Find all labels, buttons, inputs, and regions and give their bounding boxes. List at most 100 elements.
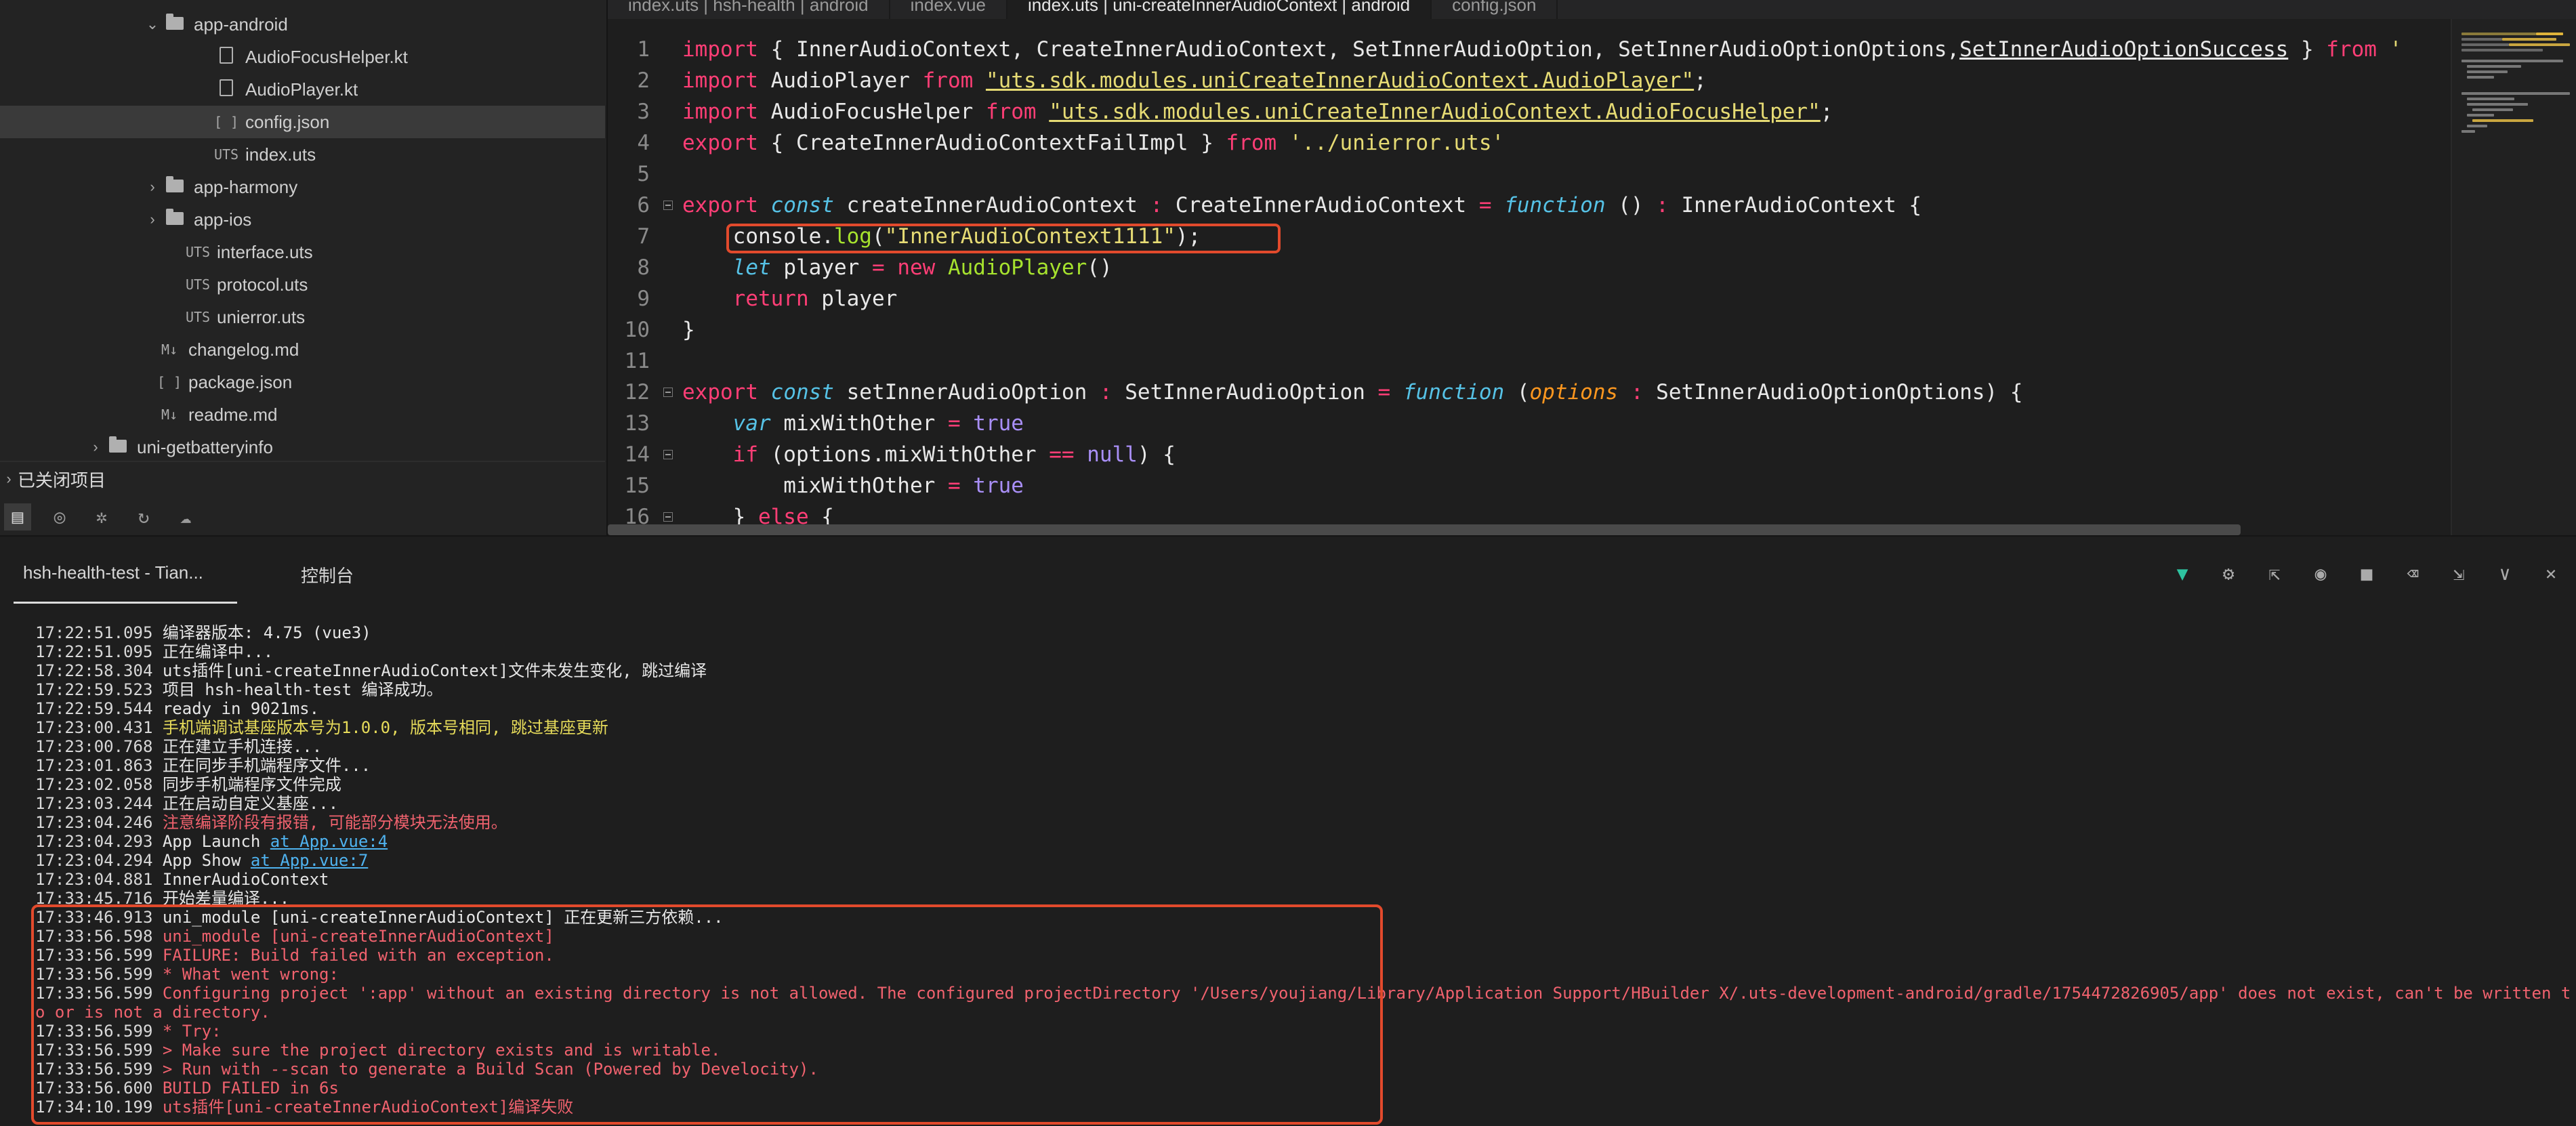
file-icon xyxy=(213,79,240,100)
source-link[interactable]: at App.vue:4 xyxy=(270,832,388,851)
log-message: App Show xyxy=(162,851,251,870)
console-tab-bar: hsh-health-test - Tian... 控制台 ▼ ⚙ ⇱ ◉ ■ … xyxy=(0,537,2576,604)
log-line: 17:23:03.244 正在启动自定义基座... xyxy=(35,794,2569,813)
line-number: 8 xyxy=(637,255,650,280)
log-line: 17:22:59.544 ready in 9021ms. xyxy=(35,699,2569,718)
tree-item[interactable]: [ ] config.json xyxy=(0,106,605,138)
tree-item[interactable]: UTS unierror.uts xyxy=(0,301,605,333)
tree-item[interactable]: AudioFocusHelper.kt xyxy=(0,41,605,73)
tree-item[interactable]: UTS index.uts xyxy=(0,138,605,171)
log-timestamp: 17:23:04.881 xyxy=(35,870,163,889)
collapse-icon[interactable]: ∨ xyxy=(2493,562,2516,585)
binoculars-icon[interactable]: ◎ xyxy=(46,503,73,530)
log-line: 17:22:51.095 正在编译中... xyxy=(35,642,2569,661)
line-number: 12 xyxy=(624,380,650,404)
fold-toggle-icon[interactable] xyxy=(661,190,676,221)
log-message: 注意编译阶段有报错, 可能部分模块无法使用。 xyxy=(162,813,507,832)
record-icon[interactable]: ◉ xyxy=(2309,562,2332,585)
code-content[interactable]: import { InnerAudioContext, CreateInnerA… xyxy=(682,34,2444,533)
log-line: 17:22:59.523 项目 hsh-health-test 编译成功。 xyxy=(35,680,2569,699)
active-tab-indicator xyxy=(14,602,237,604)
chevron-down-icon[interactable]: ⌄ xyxy=(144,16,161,33)
log-timestamp: 17:22:59.523 xyxy=(35,680,163,699)
md-file-icon: M↓ xyxy=(161,406,178,423)
tree-item[interactable]: › uni-getbatteryinfo xyxy=(0,431,605,463)
tree-item[interactable]: AudioPlayer.kt xyxy=(0,73,605,106)
console-toolbar: ▼ ⚙ ⇱ ◉ ■ ⌫ ⇲ ∨ × xyxy=(2171,562,2562,585)
tree-item[interactable]: [ ] package.json xyxy=(0,366,605,398)
editor-tab[interactable]: index.vue xyxy=(890,0,1007,19)
fold-toggle-icon[interactable] xyxy=(661,439,676,470)
run-icon[interactable]: ▼ xyxy=(2171,562,2194,585)
debug-icon[interactable]: ⚙ xyxy=(2217,562,2240,585)
editor-tab[interactable]: config.json xyxy=(1432,0,1558,19)
log-timestamp: 17:23:04.246 xyxy=(35,813,163,832)
uts-file-icon: UTS xyxy=(185,244,211,260)
open-icon[interactable]: ⇲ xyxy=(2447,562,2470,585)
code-line: mixWithOther = true xyxy=(682,474,1024,498)
log-line: 17:22:58.304 uts插件[uni-createInnerAudioC… xyxy=(35,661,2569,680)
tree-item-label: AudioFocusHelper.kt xyxy=(245,46,408,67)
chevron-right-icon[interactable]: › xyxy=(87,438,104,456)
project-explorer-icon[interactable]: ▤ xyxy=(4,503,31,530)
log-message: 正在同步手机端程序文件... xyxy=(162,756,371,775)
tree-item-label: index.uts xyxy=(245,144,316,165)
log-timestamp: 17:23:00.431 xyxy=(35,718,163,737)
export-icon[interactable]: ⇱ xyxy=(2263,562,2286,585)
line-number: 14 xyxy=(624,442,650,467)
fold-toggle-icon[interactable] xyxy=(661,377,676,408)
line-number: 7 xyxy=(637,224,650,249)
code-line: import AudioPlayer from "uts.sdk.modules… xyxy=(682,68,1707,93)
tree-item[interactable]: UTS interface.uts xyxy=(0,236,605,268)
log-message: 正在编译中... xyxy=(162,642,274,661)
log-message: InnerAudioContext xyxy=(162,870,329,889)
tree-item[interactable]: ⌄ app-android xyxy=(0,8,605,41)
line-number: 2 xyxy=(637,68,650,93)
log-timestamp: 17:22:58.304 xyxy=(35,661,163,680)
code-line: export const setInnerAudioOption : SetIn… xyxy=(682,380,2023,404)
json-file-icon: [ ] xyxy=(157,374,182,390)
console-panel: hsh-health-test - Tian... 控制台 ▼ ⚙ ⇱ ◉ ■ … xyxy=(0,535,2576,1126)
horizontal-scrollbar[interactable] xyxy=(608,524,2241,535)
tree-item[interactable]: M↓ readme.md xyxy=(0,398,605,431)
editor-tab[interactable]: index.uts | hsh-health | android xyxy=(608,0,890,19)
tree-item[interactable]: › app-harmony xyxy=(0,171,605,203)
tree-item[interactable]: › app-ios xyxy=(0,203,605,236)
md-file-icon: M↓ xyxy=(161,341,178,358)
tree-item[interactable]: UTS protocol.uts xyxy=(0,268,605,301)
chevron-right-icon: › xyxy=(6,470,12,487)
close-icon[interactable]: × xyxy=(2539,562,2562,585)
bug-icon[interactable]: ✲ xyxy=(88,503,115,530)
chevron-right-icon[interactable]: › xyxy=(144,211,161,228)
editor-tab[interactable]: index.uts | uni-createInnerAudioContext … xyxy=(1007,0,1432,19)
folder-icon xyxy=(161,14,188,33)
log-message: 项目 hsh-health-test 编译成功。 xyxy=(162,680,443,699)
json-file-icon: [ ] xyxy=(213,114,239,130)
log-line: 17:23:02.058 同步手机端程序文件完成 xyxy=(35,775,2569,794)
tree-item-label: package.json xyxy=(188,371,293,392)
tree-item[interactable]: M↓ changelog.md xyxy=(0,333,605,366)
source-link[interactable]: at App.vue:7 xyxy=(251,851,368,870)
tab-project-console[interactable]: hsh-health-test - Tian... xyxy=(23,562,203,583)
log-line: 17:23:04.246 注意编译阶段有报错, 可能部分模块无法使用。 xyxy=(35,813,2569,832)
code-minimap[interactable] xyxy=(2451,19,2576,535)
tab-console[interactable]: 控制台 xyxy=(301,562,354,587)
folder-icon xyxy=(161,176,188,195)
log-message: 正在启动自定义基座... xyxy=(162,794,339,813)
cloud-icon[interactable]: ☁ xyxy=(172,503,199,530)
stop-icon[interactable]: ■ xyxy=(2355,562,2378,585)
closed-projects-row[interactable]: › 已关闭项目 xyxy=(0,461,605,496)
highlight-annotation-box xyxy=(726,224,1281,253)
tree-item-label: interface.uts xyxy=(217,241,313,262)
clear-icon[interactable]: ⌫ xyxy=(2401,562,2424,585)
log-line: 17:23:00.768 正在建立手机连接... xyxy=(35,737,2569,756)
tree-item-label: app-android xyxy=(194,14,288,35)
chevron-right-icon[interactable]: › xyxy=(144,178,161,196)
uts-file-icon: UTS xyxy=(185,309,211,325)
closed-projects-label: 已关闭项目 xyxy=(18,470,106,491)
editor-tab-bar: index.uts | hsh-health | android index.vu… xyxy=(608,0,2576,19)
code-editor[interactable]: 1 2 3 4 5 6 7 8 9 10 11 12 13 14 15 16 import { InnerAu… xyxy=(608,19,2451,535)
sync-icon[interactable]: ↻ xyxy=(130,503,157,530)
log-message: 编译器版本: 4.75 (vue3) xyxy=(162,623,371,642)
